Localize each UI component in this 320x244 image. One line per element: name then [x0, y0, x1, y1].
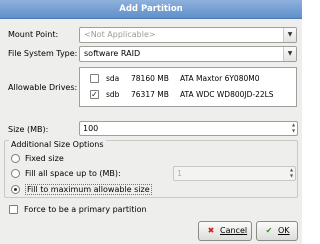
fixed-size-radio[interactable] — [11, 154, 20, 163]
drive-checkbox[interactable] — [90, 74, 99, 83]
fill-upto-radio[interactable] — [11, 169, 20, 178]
mount-point-label: Mount Point: — [8, 30, 59, 39]
cancel-button[interactable]: ✖ Cancel — [198, 221, 252, 241]
fill-upto-value: 1 — [177, 169, 183, 178]
fill-max-radio[interactable] — [11, 185, 20, 194]
chevron-down-icon[interactable]: ▼ — [283, 28, 296, 42]
drive-size: 76317 MB — [131, 90, 169, 99]
drive-model: ATA WDC WD800JD-22LS — [180, 90, 274, 99]
drive-model: ATA Maxtor 6Y080M0 — [180, 74, 260, 83]
file-system-type-value: software RAID — [84, 49, 141, 58]
drive-size: 78160 MB — [131, 74, 169, 83]
cancel-icon: ✖ — [207, 226, 215, 235]
additional-size-options-label: Additional Size Options — [9, 140, 106, 149]
allowable-drives-list[interactable]: sda 78160 MB ATA Maxtor 6Y080M0 ✓ sdb 76… — [79, 67, 297, 107]
allowable-drives-label: Allowable Drives: — [8, 83, 78, 92]
drive-row-sdb[interactable]: ✓ sdb 76317 MB ATA WDC WD800JD-22LS — [80, 88, 296, 102]
size-spinbox[interactable]: 100 ▲ ▼ — [79, 121, 298, 136]
dialog-title: Add Partition — [0, 0, 302, 19]
fill-upto-spinbox[interactable]: 1 ▲ ▼ — [173, 166, 296, 181]
cancel-button-label: Cancel — [220, 226, 248, 235]
force-primary-label[interactable]: Force to be a primary partition — [24, 205, 147, 214]
fixed-size-label[interactable]: Fixed size — [25, 154, 64, 163]
size-label: Size (MB): — [8, 125, 49, 134]
drive-name: sdb — [106, 90, 120, 99]
file-system-type-label: File System Type: — [8, 49, 78, 58]
ok-icon: ✔ — [265, 226, 273, 235]
mount-point-value: <Not Applicable> — [84, 30, 156, 39]
fill-max-label[interactable]: Fill to maximum allowable size — [25, 184, 152, 195]
drive-row-sda[interactable]: sda 78160 MB ATA Maxtor 6Y080M0 — [80, 72, 296, 86]
spin-arrows-icon[interactable]: ▲ ▼ — [290, 122, 297, 135]
spin-arrows-icon[interactable]: ▲ ▼ — [288, 167, 295, 180]
size-value: 100 — [83, 124, 99, 133]
fill-upto-label[interactable]: Fill all space up to (MB): — [25, 169, 121, 178]
chevron-down-icon[interactable]: ▼ — [283, 47, 296, 61]
drive-name: sda — [106, 74, 120, 83]
force-primary-checkbox[interactable] — [9, 205, 18, 214]
file-system-type-combo[interactable]: software RAID ▼ — [79, 46, 297, 62]
ok-button-label: OK — [278, 226, 290, 235]
ok-button[interactable]: ✔ OK — [256, 221, 298, 241]
add-partition-dialog: Add Partition Mount Point: <Not Applicab… — [0, 0, 302, 244]
mount-point-combo[interactable]: <Not Applicable> ▼ — [79, 27, 297, 43]
drive-checkbox-checked[interactable]: ✓ — [90, 90, 99, 99]
